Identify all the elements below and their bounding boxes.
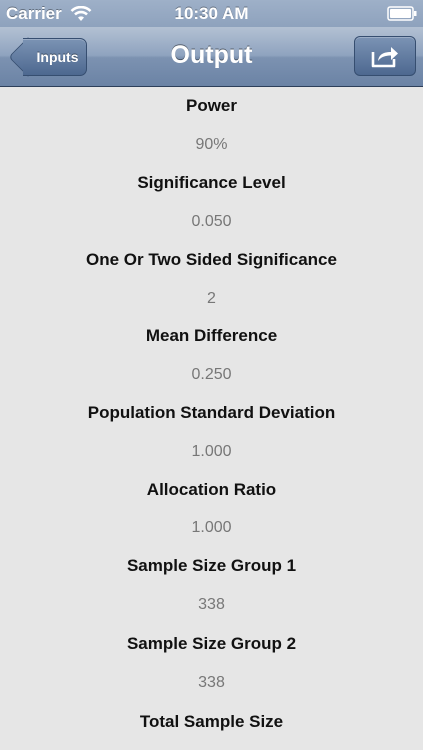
- navigation-bar: Inputs Output: [0, 27, 423, 87]
- result-value: 338: [198, 596, 225, 613]
- result-label: One Or Two Sided Significance: [86, 250, 337, 269]
- result-label: Mean Difference: [145, 326, 278, 345]
- output-list: Power 90% Significance Level 0.050 One O…: [0, 88, 423, 750]
- result-value: 0.250: [191, 366, 232, 383]
- status-time: 10:30 AM: [174, 4, 249, 23]
- result-label: Significance Level: [137, 173, 286, 192]
- result-value: 1.000: [191, 519, 232, 536]
- share-icon: [371, 47, 398, 68]
- result-value: 90%: [195, 136, 228, 153]
- share-button[interactable]: [354, 36, 416, 76]
- battery-icon: [387, 6, 417, 21]
- result-value: 2: [207, 290, 216, 307]
- result-label: Sample Size Group 2: [126, 634, 297, 653]
- result-label: Population Standard Deviation: [87, 403, 336, 422]
- result-label: Sample Size Group 1: [126, 556, 297, 575]
- result-value: 338: [198, 674, 225, 691]
- status-bar: Carrier 10:30 AM: [0, 0, 423, 27]
- result-value: 0.050: [191, 213, 232, 230]
- result-label: Power: [185, 96, 238, 115]
- result-value: 1.000: [191, 443, 232, 460]
- result-label: Total Sample Size: [139, 712, 284, 731]
- result-label: Allocation Ratio: [146, 480, 277, 499]
